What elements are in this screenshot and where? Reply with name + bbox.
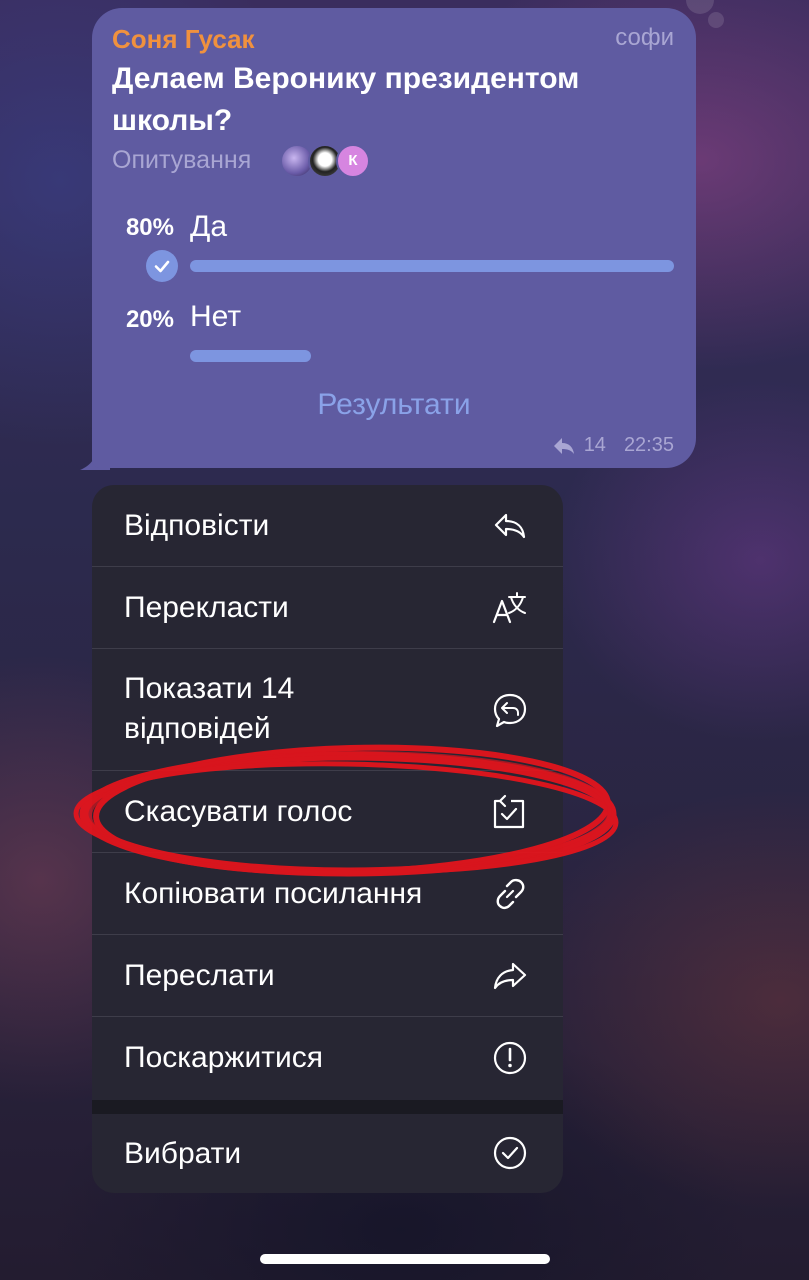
menu-item-label: Переслати — [124, 959, 275, 992]
menu-section-separator — [92, 1100, 563, 1114]
message-time: 22:35 — [623, 434, 674, 456]
background-dot — [708, 12, 724, 28]
replies-arrow-icon — [553, 437, 574, 454]
results-button[interactable]: Результати — [92, 388, 696, 422]
context-menu: Відповісти Перекласти Показати 14 відпов… — [92, 485, 563, 1193]
menu-item-show-replies[interactable]: Показати 14 відповідей — [92, 649, 563, 771]
voter-avatar: К — [336, 144, 370, 178]
forward-icon — [493, 962, 527, 990]
menu-item-forward[interactable]: Переслати — [92, 935, 563, 1017]
menu-item-label: Вибрати — [124, 1137, 242, 1170]
poll-type-label: Опитування — [112, 146, 252, 174]
sender-name[interactable]: Соня Гусак — [112, 24, 255, 55]
menu-item-label: Скасувати голос — [124, 795, 353, 828]
poll-question: Делаем Веронику президентом школы? — [112, 62, 580, 137]
option-label: Нет — [190, 300, 242, 333]
menu-item-label: Поскаржитися — [124, 1041, 323, 1074]
report-icon — [493, 1041, 527, 1075]
menu-item-copy-link[interactable]: Копіювати посилання — [92, 853, 563, 935]
option-bar — [190, 350, 311, 362]
replies-count: 14 — [583, 434, 606, 456]
replies-icon — [493, 693, 527, 728]
menu-item-report[interactable]: Поскаржитися — [92, 1017, 563, 1100]
post-author: софи — [615, 24, 674, 51]
message-meta: 14 22:35 — [552, 434, 674, 457]
poll-message-bubble[interactable]: Соня Гусак софи Делаем Веронику президен… — [92, 8, 696, 468]
link-icon — [496, 878, 525, 910]
menu-item-select[interactable]: Вибрати — [92, 1114, 563, 1193]
select-icon — [493, 1136, 527, 1170]
background-dot — [686, 0, 714, 14]
menu-item-label: Відповісти — [124, 509, 270, 542]
menu-item-label: Копіювати посилання — [124, 877, 423, 910]
home-indicator[interactable] — [260, 1254, 550, 1264]
option-label: Да — [190, 210, 228, 243]
menu-item-retract-vote[interactable]: Скасувати голос — [92, 771, 563, 853]
translate-icon — [492, 592, 526, 624]
menu-item-translate[interactable]: Перекласти — [92, 567, 563, 649]
option-bar — [190, 260, 674, 272]
recent-voters: К — [280, 144, 380, 178]
menu-item-label: Перекласти — [124, 591, 289, 624]
option-percent: 80% — [125, 214, 174, 241]
menu-item-reply[interactable]: Відповісти — [92, 485, 563, 567]
retract-vote-icon — [493, 794, 525, 829]
menu-item-label: Показати 14 відповідей — [124, 672, 295, 745]
option-percent: 20% — [125, 306, 174, 333]
reply-icon — [494, 513, 526, 539]
selected-vote-check-icon — [146, 250, 178, 282]
